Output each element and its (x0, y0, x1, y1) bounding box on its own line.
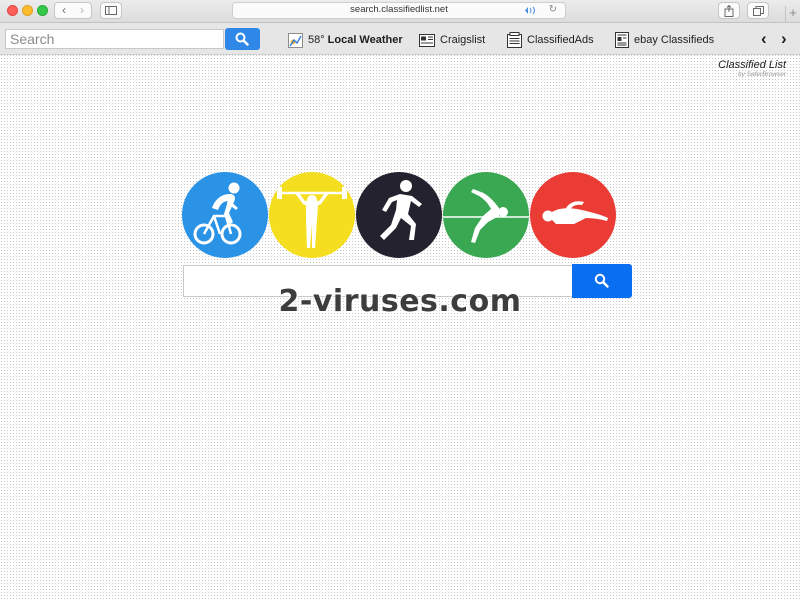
brand-subtitle: by SaferBrowser (737, 71, 786, 78)
ebay-classifieds-label: ebay Classifieds (634, 34, 715, 46)
reader-icon[interactable] (525, 6, 539, 15)
cyclist-icon (193, 182, 242, 245)
toolbar-link-weather[interactable]: 58° Local Weather (288, 32, 403, 48)
brand-title: Classified List (718, 59, 786, 71)
tabs-overview-button[interactable] (747, 2, 769, 19)
toolbar-link-classifiedads[interactable]: ClassifiedAds (507, 32, 594, 48)
classifiedads-label: ClassifiedAds (527, 34, 594, 46)
swimming-circle (530, 172, 616, 258)
back-forward-group: ‹ › (54, 2, 92, 19)
share-icon (724, 4, 734, 17)
sidebar-icon (105, 6, 117, 15)
watermark-text: 2-viruses.com (278, 284, 522, 319)
weather-icon (288, 32, 303, 48)
browser-titlebar: ‹ › search.classifiedlist.net ↻ + (0, 0, 800, 23)
url-text: search.classifiedlist.net (350, 4, 448, 15)
toolbar-search-button[interactable] (225, 28, 260, 50)
search-icon (235, 32, 249, 46)
swimmer-icon (542, 201, 608, 224)
cycling-circle (182, 172, 268, 258)
newspaper-icon (419, 33, 435, 47)
tabs-icon (752, 6, 764, 16)
toolbar-scroll-right-button[interactable]: › (781, 30, 787, 47)
toolbar-link-ebay-classifieds[interactable]: ebay Classifieds (615, 32, 714, 48)
toolbar-link-craigslist[interactable]: Craigslist (419, 32, 485, 48)
newspaper-icon (615, 32, 629, 48)
toolbar-search-input[interactable] (5, 29, 224, 49)
newspaper-icon (507, 32, 522, 48)
new-tab-button[interactable]: + (785, 6, 800, 22)
extension-toolbar: 58° Local Weather Craigslist ClassifiedA… (0, 23, 800, 55)
reload-icon[interactable]: ↻ (549, 4, 557, 15)
back-button[interactable]: ‹ (55, 3, 73, 18)
fullscreen-window-button[interactable] (37, 5, 48, 16)
forward-button[interactable]: › (73, 3, 91, 18)
craigslist-label: Craigslist (440, 34, 486, 46)
high-jump-circle (443, 172, 529, 258)
sidebar-toggle-button[interactable] (100, 2, 122, 19)
toolbar-scroll-left-button[interactable]: ‹ (761, 30, 767, 47)
address-bar[interactable]: search.classifiedlist.net ↻ (232, 2, 566, 19)
weightlifting-circle (269, 172, 355, 258)
high-jumper-icon (443, 189, 529, 243)
close-window-button[interactable] (7, 5, 18, 16)
weather-label: Local Weather (327, 34, 403, 46)
minimize-window-button[interactable] (22, 5, 33, 16)
brand-logo[interactable]: Classified List by SaferBrowser (718, 59, 786, 79)
share-button[interactable] (718, 2, 740, 19)
runner-icon (380, 180, 422, 240)
weightlifter-icon (277, 187, 347, 248)
weather-temperature: 58° (308, 34, 325, 46)
running-circle (356, 172, 442, 258)
